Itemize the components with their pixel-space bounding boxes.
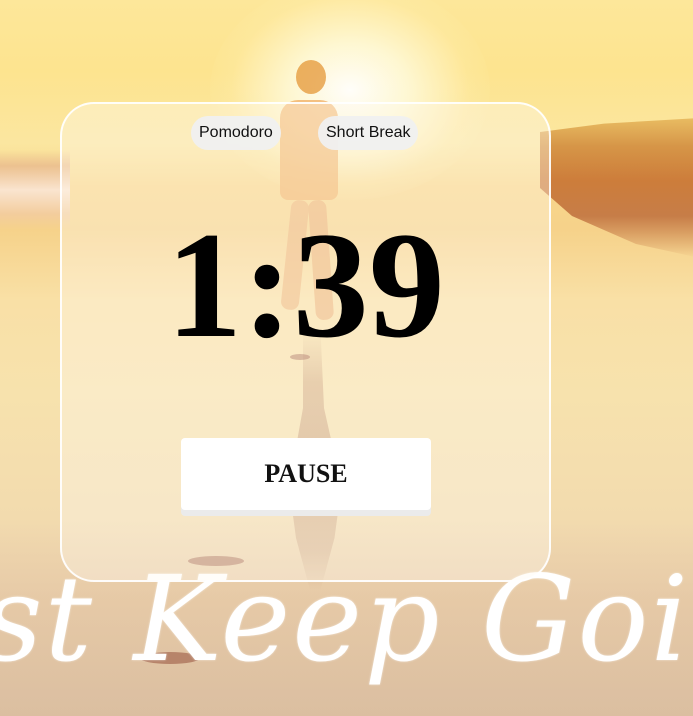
tab-pomodoro[interactable]: Pomodoro [191, 116, 281, 150]
timer-card: Pomodoro Short Break 1:39 PAUSE [60, 102, 551, 582]
distant-shore [540, 118, 693, 258]
pause-button[interactable]: PAUSE [181, 438, 431, 510]
tab-short-break[interactable]: Short Break [318, 116, 419, 150]
timer-display: 1:39 [166, 201, 445, 369]
runner-head [296, 60, 326, 94]
